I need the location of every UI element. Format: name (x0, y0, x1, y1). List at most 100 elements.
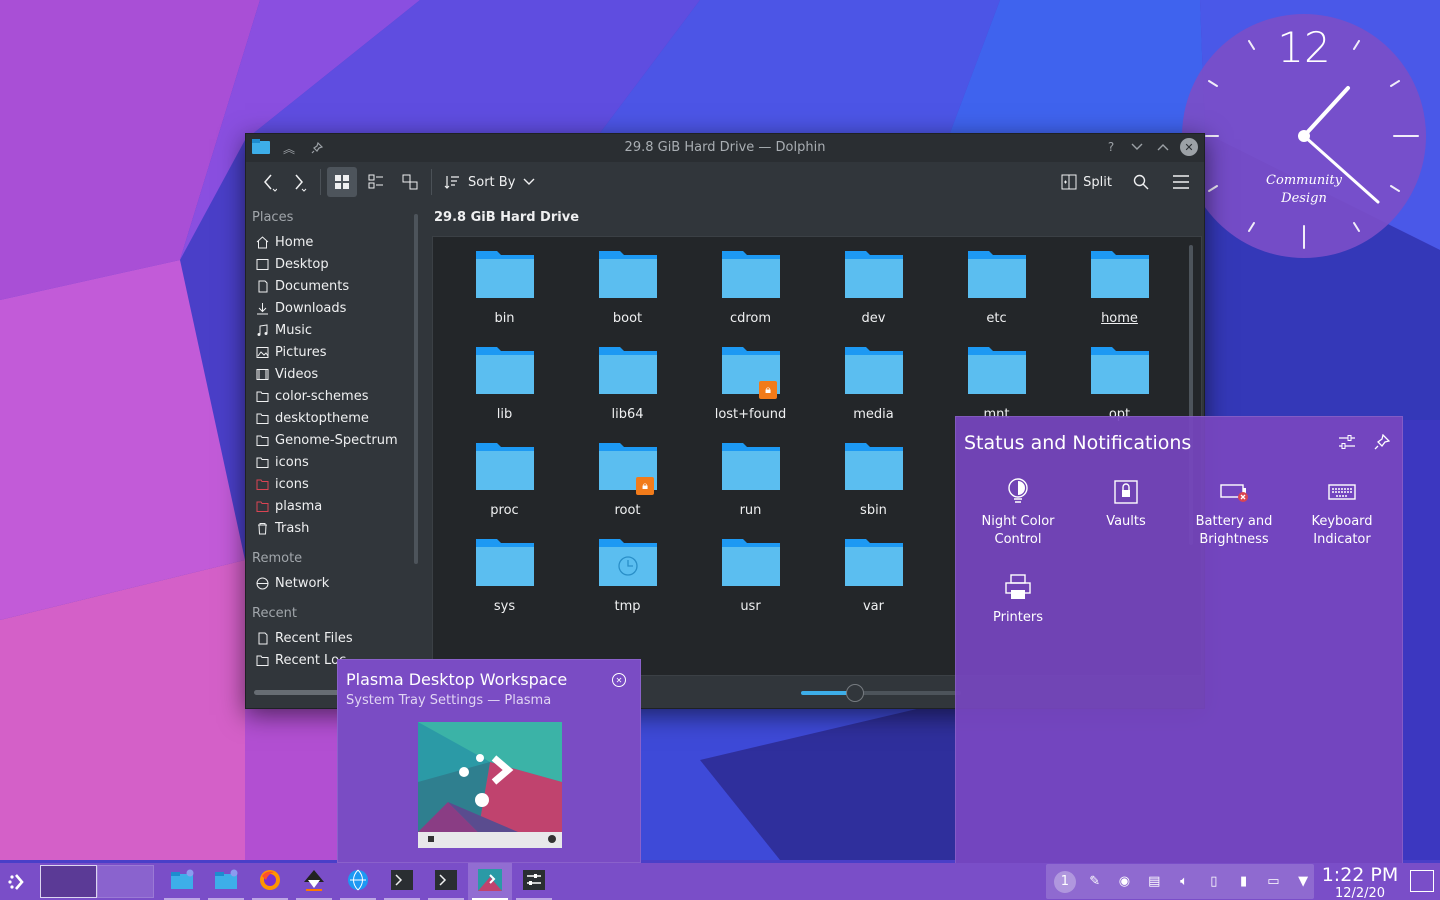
tooltip-title: Plasma Desktop Workspace (346, 670, 568, 689)
places-item[interactable]: Downloads (246, 297, 416, 319)
task-plasma-settings[interactable] (468, 863, 512, 900)
task-system-settings[interactable] (512, 863, 556, 900)
places-item[interactable]: Documents (246, 275, 416, 297)
folder-item[interactable]: cdrom (689, 245, 812, 341)
folder-item[interactable]: media (812, 341, 935, 437)
icons-view-button[interactable] (327, 167, 357, 197)
places-item[interactable]: Genome-Spectrum (246, 429, 416, 451)
folder-item[interactable]: sys (443, 533, 566, 629)
places-item[interactable]: Music (246, 319, 416, 341)
task-firefox[interactable] (248, 863, 292, 900)
application-launcher-button[interactable] (0, 863, 36, 900)
applet-printer[interactable]: Printers (964, 571, 1072, 667)
window-titlebar[interactable]: ︽ 29.8 GiB Hard Drive — Dolphin ? ✕ (246, 134, 1204, 162)
tray-expand-arrow-icon[interactable]: ▼ (1292, 871, 1314, 893)
folder-item[interactable]: home (1058, 245, 1181, 341)
notifications-icon[interactable]: 1 (1054, 870, 1076, 893)
folder-item[interactable]: dev (812, 245, 935, 341)
folder-item[interactable]: lib (443, 341, 566, 437)
applet-vault[interactable]: Vaults (1072, 475, 1180, 571)
folder-item[interactable]: 🔒︎ root (566, 437, 689, 533)
places-item[interactable]: Trash (246, 517, 416, 539)
folder-label: boot (612, 311, 643, 326)
help-icon[interactable]: ? (1102, 138, 1120, 156)
volume-icon[interactable]: 🔈︎ (1173, 871, 1195, 893)
folder-item[interactable]: run (689, 437, 812, 533)
recent-item[interactable]: Recent Files (246, 627, 416, 649)
folder-icon (256, 434, 269, 447)
folder-icon (1090, 341, 1150, 401)
close-icon[interactable]: ✕ (1180, 138, 1198, 156)
window-thumbnail[interactable] (418, 722, 562, 848)
configure-icon[interactable] (1338, 433, 1356, 455)
task-browser[interactable] (336, 863, 380, 900)
places-item[interactable]: Pictures (246, 341, 416, 363)
search-button[interactable] (1126, 167, 1156, 197)
printer-icon (1002, 571, 1034, 603)
details-view-button[interactable] (395, 167, 425, 197)
folder-item[interactable]: sbin (812, 437, 935, 533)
task-konsole[interactable] (380, 863, 424, 900)
places-item[interactable]: color-schemes (246, 385, 416, 407)
places-item[interactable]: desktoptheme (246, 407, 416, 429)
applet-keyboard[interactable]: Keyboard Indicator (1288, 475, 1396, 571)
close-icon[interactable]: ✕ (612, 673, 626, 687)
network-icon[interactable]: ▭ (1262, 871, 1284, 893)
forward-button[interactable] (284, 167, 314, 197)
lock-icon: 🔒︎ (636, 477, 654, 495)
places-item[interactable]: Videos (246, 363, 416, 385)
pager-desktop-1[interactable] (40, 865, 97, 898)
system-settings-icon (523, 869, 545, 894)
compact-view-button[interactable] (361, 167, 391, 197)
folder-item[interactable]: var (812, 533, 935, 629)
pin-icon[interactable] (1374, 433, 1391, 455)
sort-by-button[interactable]: Sort By (438, 167, 541, 197)
minimize-icon[interactable] (1128, 138, 1146, 156)
places-item[interactable]: icons (246, 451, 416, 473)
folder-item[interactable]: lib64 (566, 341, 689, 437)
folder-label: dev (861, 311, 886, 326)
battery-icon[interactable]: ▮ (1233, 871, 1255, 893)
pictures-icon (256, 346, 269, 359)
folder-icon (844, 341, 904, 401)
places-hscrollbar[interactable] (254, 690, 344, 695)
clock-hour-12: 12 (1277, 23, 1330, 72)
task-konsole[interactable] (424, 863, 468, 900)
hamburger-menu-button[interactable] (1166, 167, 1196, 197)
hamburger-icon (1173, 175, 1189, 189)
places-scrollbar[interactable] (414, 214, 418, 564)
zoom-slider[interactable] (801, 691, 961, 695)
removable-devices-icon[interactable]: ▯ (1203, 871, 1225, 893)
places-item[interactable]: Desktop (246, 253, 416, 275)
task-dolphin[interactable] (204, 863, 248, 900)
applet-night-color[interactable]: Night Color Control (964, 475, 1072, 571)
task-dolphin[interactable] (160, 863, 204, 900)
back-button[interactable] (254, 167, 284, 197)
folder-item[interactable]: proc (443, 437, 566, 533)
folder-item[interactable]: 🔒︎ lost+found (689, 341, 812, 437)
places-item[interactable]: Home (246, 231, 416, 253)
places-item-label: icons (275, 454, 309, 470)
kdeconnect-icon[interactable]: ✎ (1084, 871, 1106, 893)
folder-item[interactable]: usr (689, 533, 812, 629)
folder-item[interactable]: etc (935, 245, 1058, 341)
digital-clock[interactable]: 1:22 PM 12/2/20 (1318, 863, 1402, 900)
places-item[interactable]: plasma (246, 495, 416, 517)
dolphin-app-icon[interactable] (252, 138, 270, 158)
split-button[interactable]: Split (1057, 167, 1116, 197)
zoom-slider-handle[interactable] (846, 684, 864, 702)
applet-battery[interactable]: Battery and Brightness (1180, 475, 1288, 571)
places-item[interactable]: icons (246, 473, 416, 495)
clipboard-icon[interactable]: ▤ (1143, 871, 1165, 893)
show-desktop-button[interactable] (1410, 870, 1434, 892)
maximize-icon[interactable] (1154, 138, 1172, 156)
pager-desktop-2[interactable] (97, 865, 154, 898)
updates-icon[interactable]: ◉ (1114, 871, 1136, 893)
folder-item[interactable]: boot (566, 245, 689, 341)
task-inkscape[interactable] (292, 863, 336, 900)
folder-item[interactable]: tmp (566, 533, 689, 629)
keep-above-icon[interactable]: ︽ (280, 139, 298, 157)
remote-item[interactable]: Network (246, 572, 416, 594)
pin-icon[interactable] (308, 139, 326, 157)
folder-item[interactable]: bin (443, 245, 566, 341)
